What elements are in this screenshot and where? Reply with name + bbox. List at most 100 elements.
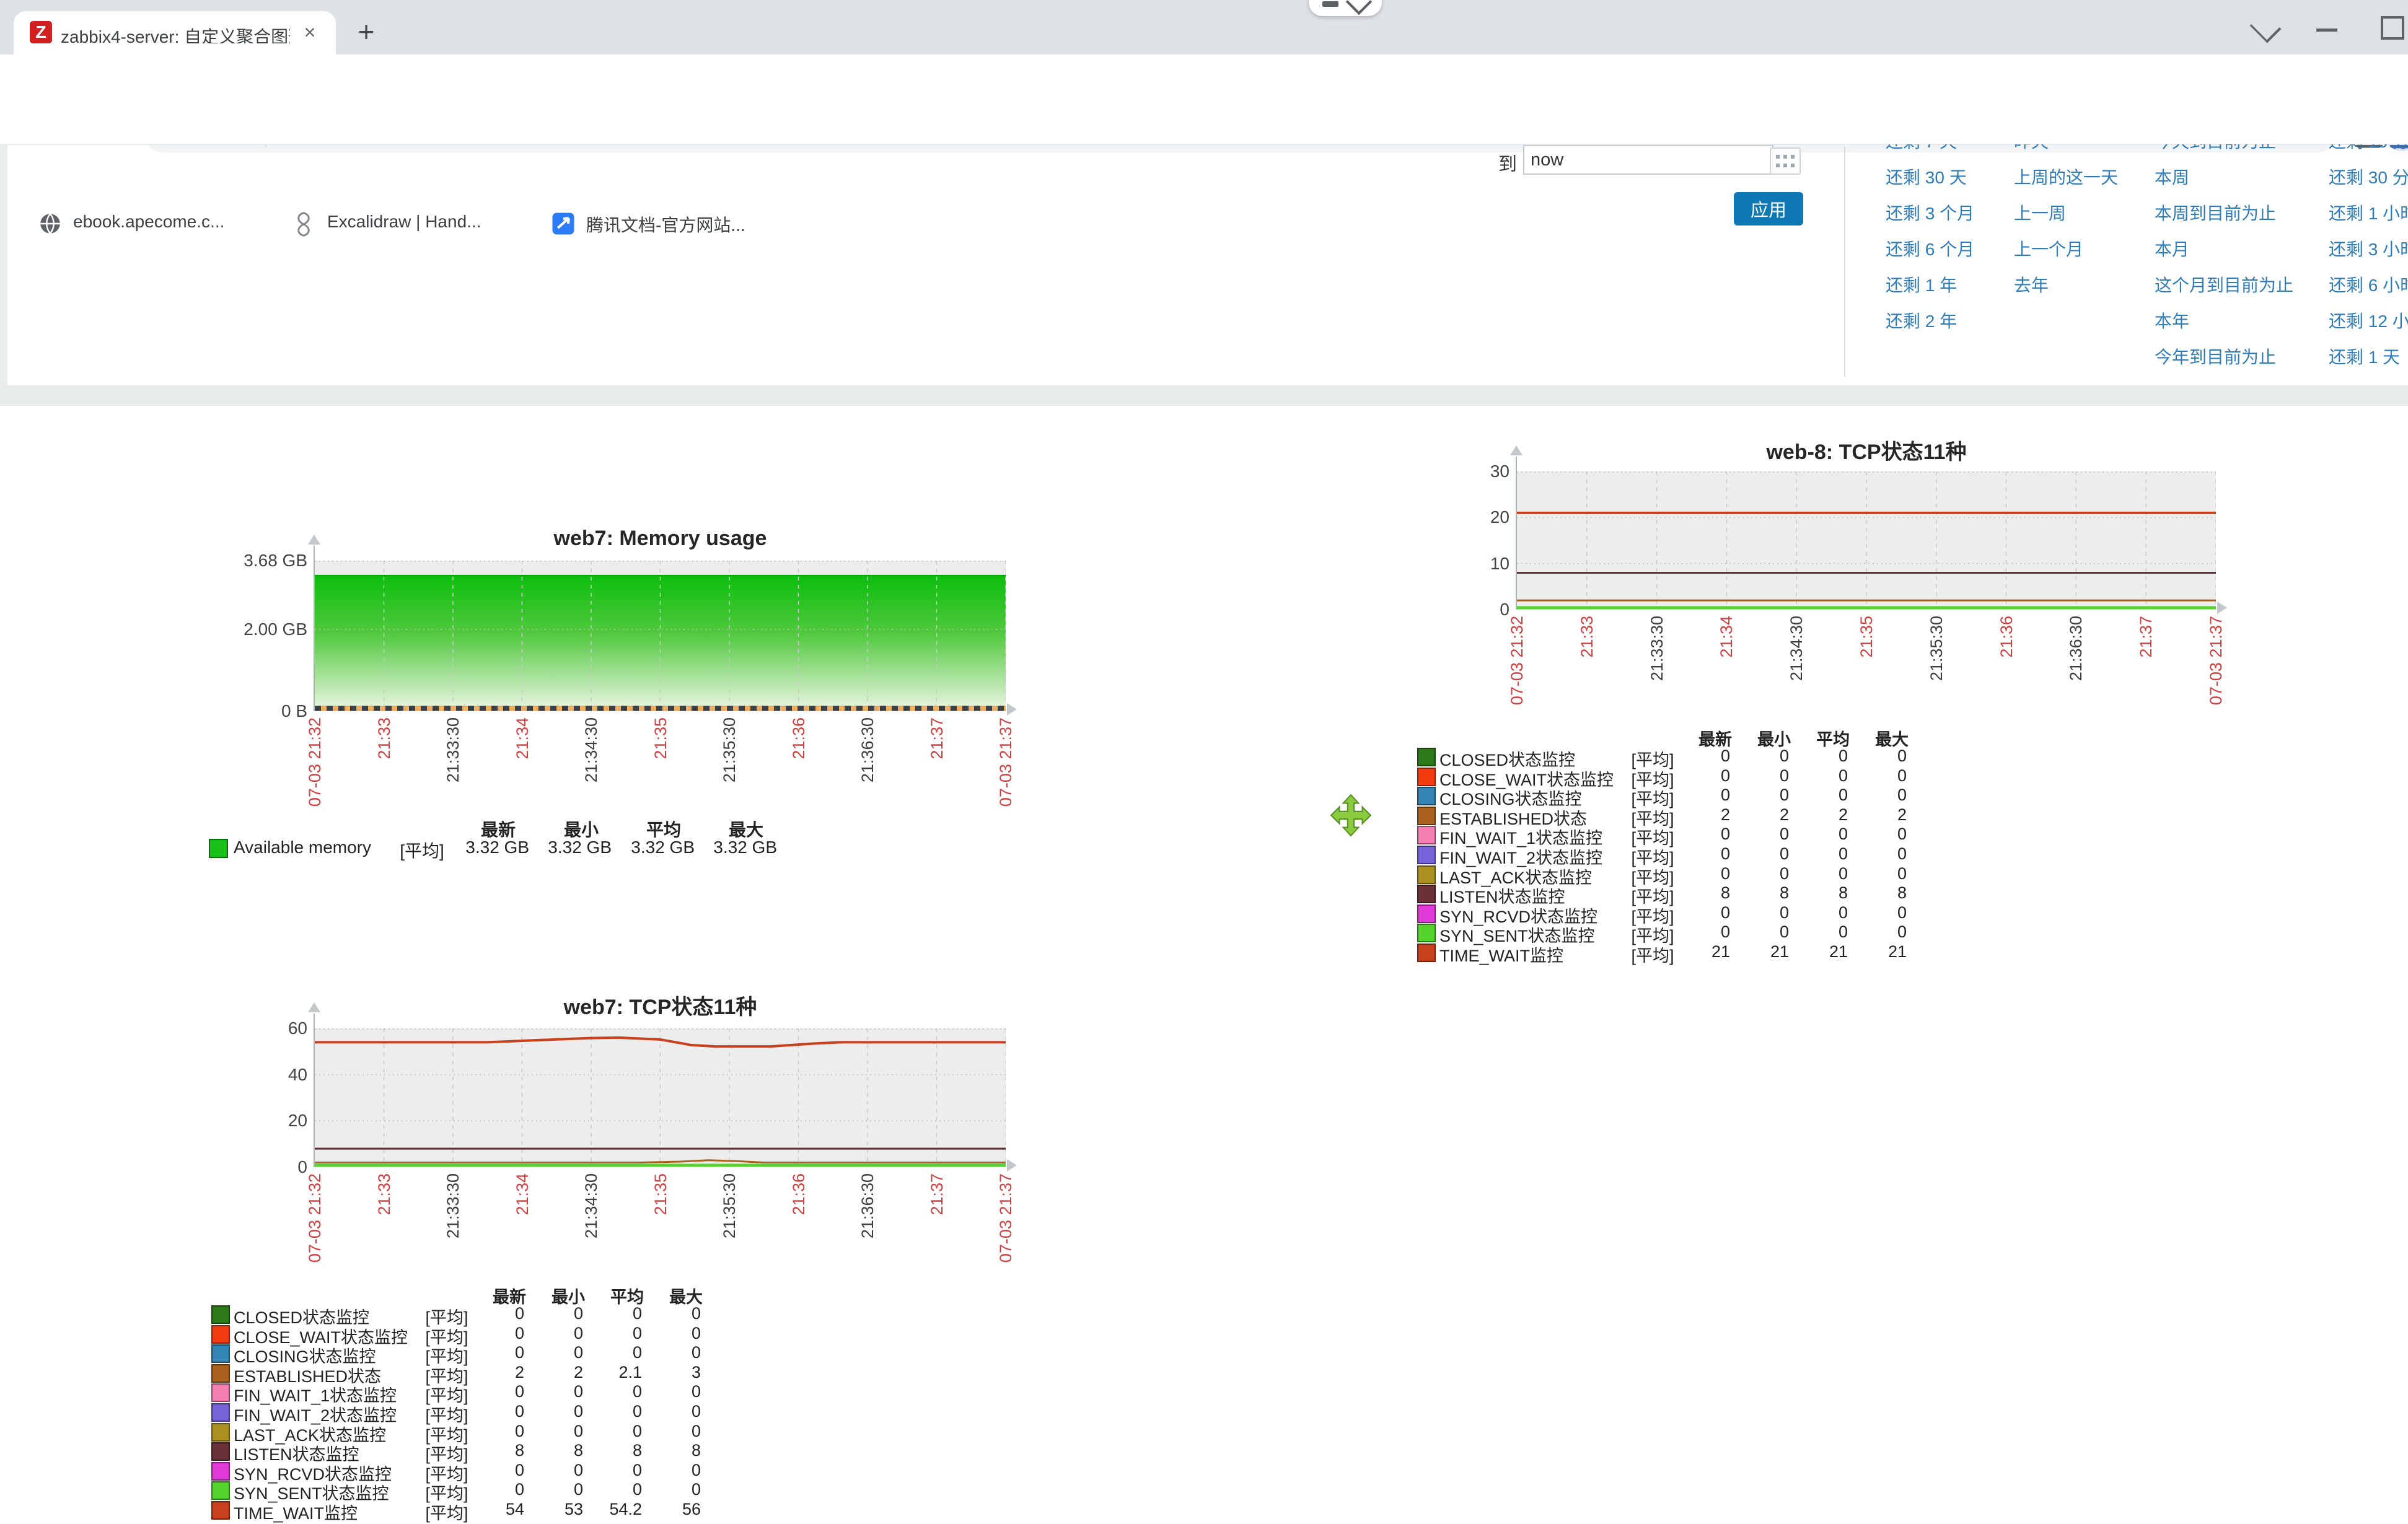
- time-quick-link[interactable]: 还剩 6 小时: [2329, 272, 2408, 297]
- x-axis-label: 07-03 21:32: [1507, 616, 1527, 705]
- x-axis-label: 21:35: [651, 1173, 670, 1215]
- tab-title: zabbix4-server: 自定义聚合图形: [61, 24, 290, 43]
- legend-stat-value: 0: [608, 1461, 701, 1480]
- browser-tab-strip: Z zabbix4-server: 自定义聚合图形 × +: [0, 0, 2408, 55]
- section-separator: [0, 385, 2408, 406]
- legend-color-swatch: [1417, 885, 1436, 903]
- legend-stat-value: 0: [1814, 825, 1907, 844]
- x-axis-label: 07-03 21:37: [996, 1173, 1016, 1263]
- time-quick-link[interactable]: 上周的这一天: [2014, 164, 2118, 189]
- time-quick-link[interactable]: 还剩 15 分钟: [2329, 144, 2408, 153]
- page-left-margin: [0, 144, 7, 386]
- legend-color-swatch: [211, 1403, 230, 1422]
- move-cursor-icon[interactable]: [1329, 793, 1373, 838]
- graph-canvas[interactable]: [1517, 471, 2216, 610]
- y-axis-label: 20: [1423, 507, 1509, 527]
- time-quick-link[interactable]: 还剩 7 天: [1886, 144, 1957, 153]
- legend-stat-value: 0: [1814, 844, 1907, 864]
- time-quick-link[interactable]: 还剩 1 天: [2329, 344, 2400, 369]
- legend-color-swatch: [1417, 768, 1436, 786]
- x-axis-label: 21:36: [789, 1173, 809, 1215]
- tab-search-chevron-icon[interactable]: [2250, 12, 2282, 43]
- time-quick-ranges-panel: 还剩 7 天还剩 30 天还剩 3 个月还剩 6 个月还剩 1 年还剩 2 年 昨…: [1853, 144, 2408, 387]
- x-axis-label: 21:34:30: [581, 1173, 601, 1238]
- y-axis-label: 30: [1423, 462, 1509, 481]
- tab-close-icon[interactable]: ×: [297, 20, 322, 45]
- floating-capture-pill[interactable]: [1309, 0, 1382, 16]
- y-axis-line: [314, 1014, 315, 1167]
- time-quick-link[interactable]: 本年: [2155, 308, 2189, 333]
- time-quick-link[interactable]: 还剩 30 分钟: [2329, 164, 2408, 189]
- y-axis-label: 0: [1423, 600, 1509, 620]
- x-axis-label: 21:33:30: [443, 717, 463, 782]
- window-maximize-button[interactable]: [2381, 16, 2404, 40]
- y-axis-line: [1516, 457, 1517, 610]
- legend-color-swatch: [1417, 846, 1436, 864]
- new-tab-button[interactable]: +: [349, 16, 383, 50]
- legend-color-swatch: [211, 1325, 230, 1344]
- graph-canvas[interactable]: [315, 1028, 1006, 1167]
- time-quick-link[interactable]: 今天到目前为止: [2155, 144, 2276, 153]
- time-quick-link[interactable]: 去年: [2014, 272, 2049, 297]
- x-axis-label: 21:34: [512, 1173, 532, 1215]
- y-axis-label: 60: [221, 1018, 307, 1038]
- time-quick-link[interactable]: 还剩 2 年: [1886, 308, 1957, 333]
- bookmarks-bar: ebook.apecome.c... Excalidraw | Hand... …: [0, 102, 2408, 145]
- legend-color-swatch: [211, 1305, 230, 1324]
- legend-color-swatch: [211, 1423, 230, 1442]
- legend-series-name: TIME_WAIT监控: [1439, 942, 1563, 966]
- legend-color-swatch: [1417, 787, 1436, 805]
- time-quick-link[interactable]: 这个月到目前为止: [2155, 272, 2293, 297]
- graph-canvas[interactable]: [315, 561, 1006, 711]
- x-axis-label: 21:34:30: [581, 717, 601, 782]
- x-axis-label: 21:34: [1716, 616, 1736, 658]
- time-quick-link[interactable]: 还剩 1 小时: [2329, 200, 2408, 225]
- chart-title: web7: Memory usage: [315, 527, 1006, 551]
- pill-chevron-down-icon: [1346, 0, 1372, 15]
- time-to-input[interactable]: [1523, 145, 1773, 175]
- time-quick-link[interactable]: 还剩 12 小时: [2329, 308, 2408, 333]
- globe-icon: [37, 211, 63, 237]
- legend-series-name: Available memory: [234, 838, 371, 857]
- x-axis-label: 21:34:30: [1786, 616, 1806, 681]
- time-quick-link[interactable]: 还剩 3 个月: [1886, 200, 1974, 225]
- y-axis-label: 3.68 GB: [221, 551, 307, 571]
- time-quick-link[interactable]: 今年到目前为止: [2155, 344, 2276, 369]
- legend-stat-value: 3: [608, 1363, 701, 1382]
- legend-color-swatch: [1417, 904, 1436, 923]
- bookmark-item[interactable]: 腾讯文档-官方网站...: [586, 212, 745, 237]
- bookmark-item[interactable]: ebook.apecome.c...: [73, 212, 224, 232]
- x-axis-arrow-icon: [1007, 703, 1017, 716]
- browser-tab[interactable]: Z zabbix4-server: 自定义聚合图形 ×: [14, 11, 336, 55]
- time-quick-link[interactable]: 昨天: [2014, 144, 2049, 153]
- time-quick-link[interactable]: 还剩 1 年: [1886, 272, 1957, 297]
- legend-color-swatch: [1417, 826, 1436, 844]
- legend-color-swatch: [211, 1344, 230, 1363]
- x-axis-label: 21:36:30: [858, 717, 877, 782]
- zabbix-favicon-icon: Z: [30, 21, 52, 43]
- x-axis-label: 21:37: [927, 1173, 947, 1215]
- apply-button[interactable]: 应用: [1734, 192, 1803, 226]
- legend-stat-value: 0: [608, 1480, 701, 1499]
- time-quick-link[interactable]: 还剩 30 天: [1886, 164, 1967, 189]
- window-minimize-button[interactable]: [2316, 28, 2337, 32]
- time-quick-link[interactable]: 还剩 6 个月: [1886, 236, 1974, 261]
- y-axis-arrow-icon: [308, 535, 320, 545]
- x-axis-label: 21:36: [1997, 616, 2016, 658]
- time-quick-link[interactable]: 还剩 3 小时: [2329, 236, 2408, 261]
- bookmark-item[interactable]: Excalidraw | Hand...: [327, 212, 481, 232]
- time-quick-link[interactable]: 本月: [2155, 236, 2189, 261]
- legend-stat-value: 0: [608, 1304, 701, 1323]
- legend-color-swatch: [211, 1442, 230, 1461]
- tencent-docs-icon: [550, 211, 576, 237]
- x-axis-arrow-icon: [2217, 602, 2227, 614]
- time-quick-link[interactable]: 上一个月: [2014, 236, 2083, 261]
- x-axis-label: 21:36:30: [2066, 616, 2086, 681]
- calendar-picker-button[interactable]: [1770, 147, 1801, 175]
- time-quick-link[interactable]: 上一周: [2014, 200, 2066, 225]
- time-quick-link[interactable]: 本周: [2155, 164, 2189, 189]
- time-quick-link[interactable]: 本周到目前为止: [2155, 200, 2276, 225]
- x-axis-label: 21:33: [374, 717, 394, 760]
- pill-dash-icon: [1322, 1, 1338, 7]
- legend-color-swatch: [211, 1481, 230, 1500]
